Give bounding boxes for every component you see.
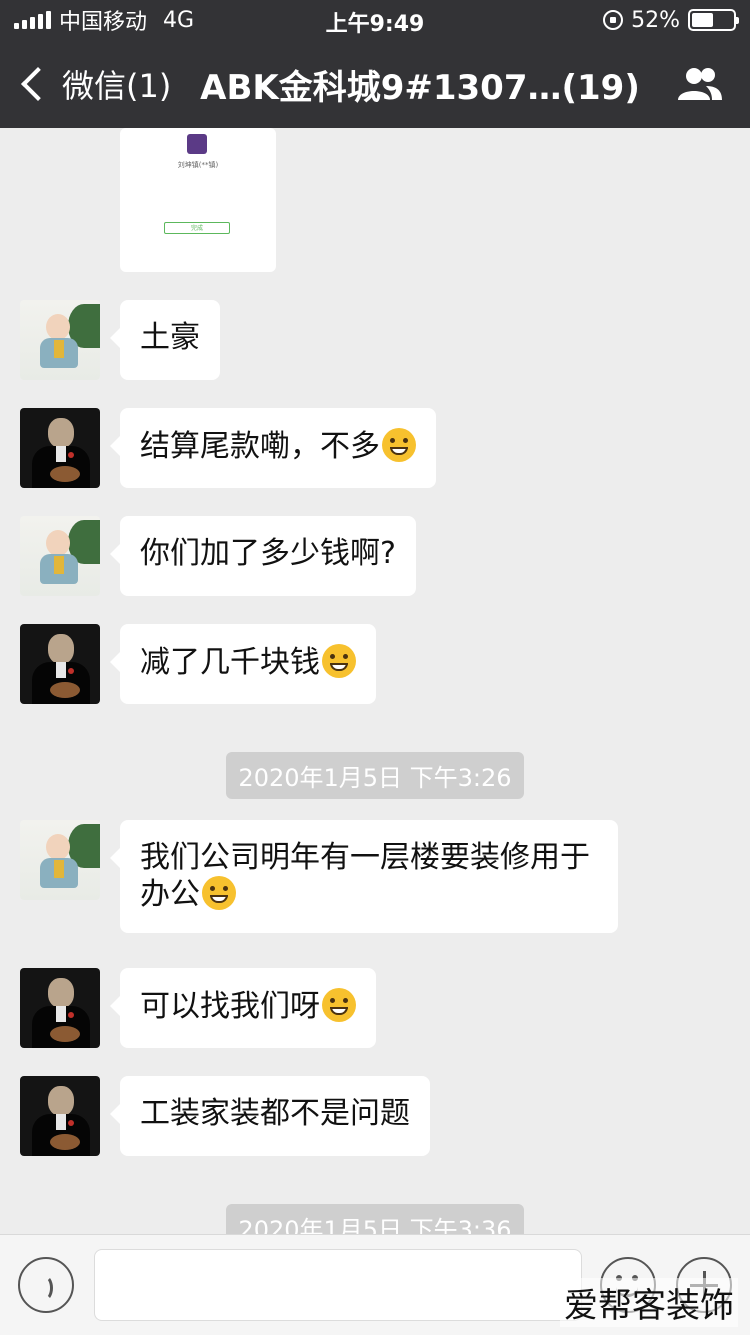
avatar[interactable]: [20, 820, 100, 900]
message-text: 工装家装都不是问题: [140, 1096, 410, 1131]
status-right: 52%: [603, 6, 739, 34]
image-card-name: 刘坤镇(**镇): [177, 161, 219, 169]
image-card-button: 完成: [164, 222, 230, 234]
avatar[interactable]: [20, 408, 100, 488]
group-members-icon[interactable]: [676, 66, 724, 102]
message-text: 你们加了多少钱啊?: [140, 536, 396, 571]
grin-emoji-icon: [382, 428, 416, 462]
chat-area[interactable]: 刘坤镇(**镇) 完成 土豪 结算尾款嘞，不多 你们加了多少钱啊? 减了几千块钱…: [0, 128, 750, 1234]
message-bubble[interactable]: 可以找我们呀: [110, 968, 376, 1048]
message-bubble[interactable]: 结算尾款嘞，不多: [110, 408, 436, 488]
message-bubble[interactable]: 我们公司明年有一层楼要装修用于办公: [110, 820, 618, 933]
smirk-emoji-icon: [322, 988, 356, 1022]
message-text: 可以找我们呀: [140, 989, 320, 1024]
grin-emoji-icon: [202, 876, 236, 910]
chat-title: ABK金科城9#1307…(19): [200, 68, 640, 108]
chevron-left-icon: [21, 67, 55, 101]
message-bubble[interactable]: 你们加了多少钱啊?: [110, 516, 416, 596]
message-bubble[interactable]: 土豪: [110, 300, 220, 380]
message-text: 结算尾款嘞，不多: [140, 429, 380, 464]
orientation-lock-icon: [603, 10, 624, 30]
battery-percent: 52%: [631, 7, 680, 33]
avatar[interactable]: [20, 516, 100, 596]
message-input[interactable]: [94, 1249, 582, 1321]
avatar[interactable]: [20, 300, 100, 380]
status-bar: 中国移动 4G 上午9:49 52%: [0, 0, 750, 40]
nav-bar: 微信(1) ABK金科城9#1307…(19): [0, 40, 750, 128]
message-bubble[interactable]: 减了几千块钱: [110, 624, 376, 704]
message-text: 减了几千块钱: [140, 645, 320, 680]
mini-avatar: [187, 134, 207, 154]
voice-icon[interactable]: [18, 1257, 74, 1313]
back-label: 微信(1): [62, 67, 172, 105]
watermark: 爱帮客装饰: [560, 1278, 738, 1327]
message-text: 土豪: [140, 320, 200, 355]
image-message[interactable]: 刘坤镇(**镇) 完成: [120, 128, 276, 272]
facepalm-emoji-icon: [322, 644, 356, 678]
message-bubble[interactable]: 工装家装都不是问题: [110, 1076, 430, 1156]
timestamp-label: 2020年1月5日 下午3:36: [226, 1204, 524, 1234]
back-button[interactable]: 微信(1): [18, 58, 171, 110]
timestamp-label: 2020年1月5日 下午3:26: [226, 752, 524, 799]
avatar[interactable]: [20, 624, 100, 704]
avatar[interactable]: [20, 968, 100, 1048]
avatar[interactable]: [20, 1076, 100, 1156]
timestamp: 2020年1月5日 下午3:26: [0, 752, 750, 799]
timestamp: 2020年1月5日 下午3:36: [0, 1204, 750, 1234]
input-bar: 爱帮客装饰: [0, 1234, 750, 1335]
battery-icon: [688, 9, 739, 31]
